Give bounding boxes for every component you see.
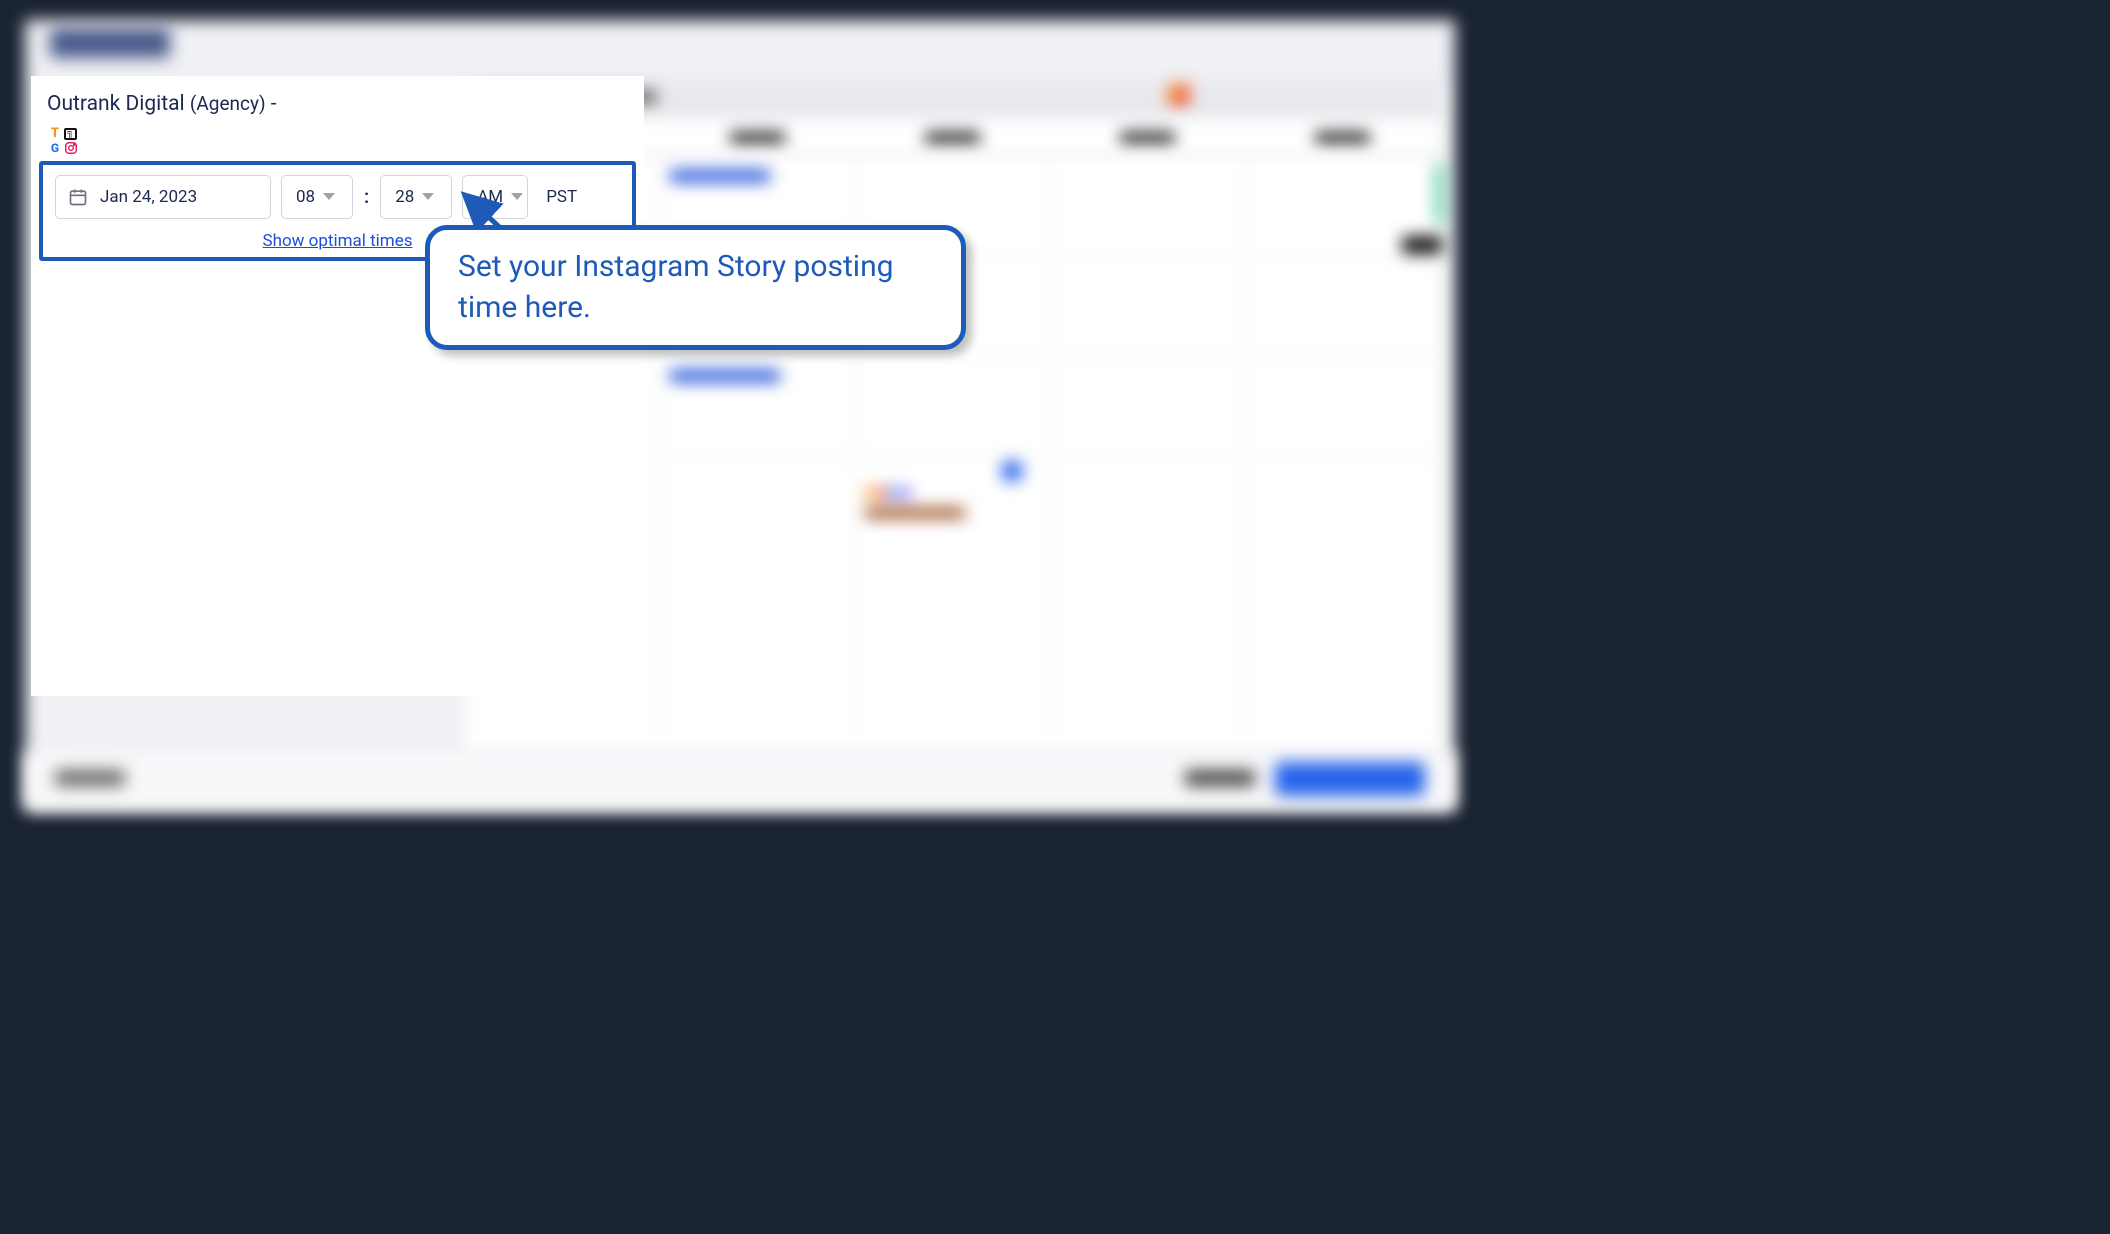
time-colon: :	[363, 185, 370, 208]
timezone-label: PST	[546, 187, 577, 207]
channel-icon-square: ╗	[64, 128, 77, 140]
minute-select[interactable]: 28	[380, 175, 452, 219]
org-suffix: -	[271, 92, 277, 116]
instagram-icon	[63, 141, 79, 155]
chevron-down-icon	[323, 193, 335, 200]
channel-icons: T ╗ G	[47, 127, 79, 155]
callout-text: Set your Instagram Story posting time he…	[458, 247, 933, 328]
hour-value: 08	[296, 187, 315, 207]
date-picker[interactable]: Jan 24, 2023	[55, 175, 271, 219]
page-title-blurred	[50, 28, 170, 58]
hour-select[interactable]: 08	[281, 175, 353, 219]
channel-icon-t: T	[47, 127, 63, 141]
date-value: Jan 24, 2023	[100, 187, 197, 207]
chevron-down-icon	[422, 193, 434, 200]
schedule-panel: Outrank Digital (Agency) - T ╗ G	[31, 76, 644, 696]
org-title: Outrank Digital (Agency) -	[31, 76, 644, 122]
org-name: Outrank Digital	[47, 92, 185, 116]
calendar-icon	[68, 187, 88, 207]
minute-value: 28	[395, 187, 414, 207]
callout-annotation: Set your Instagram Story posting time he…	[425, 225, 966, 350]
footer-blurred	[25, 752, 1455, 807]
org-type: (Agency)	[190, 92, 266, 115]
google-icon: G	[47, 141, 63, 155]
